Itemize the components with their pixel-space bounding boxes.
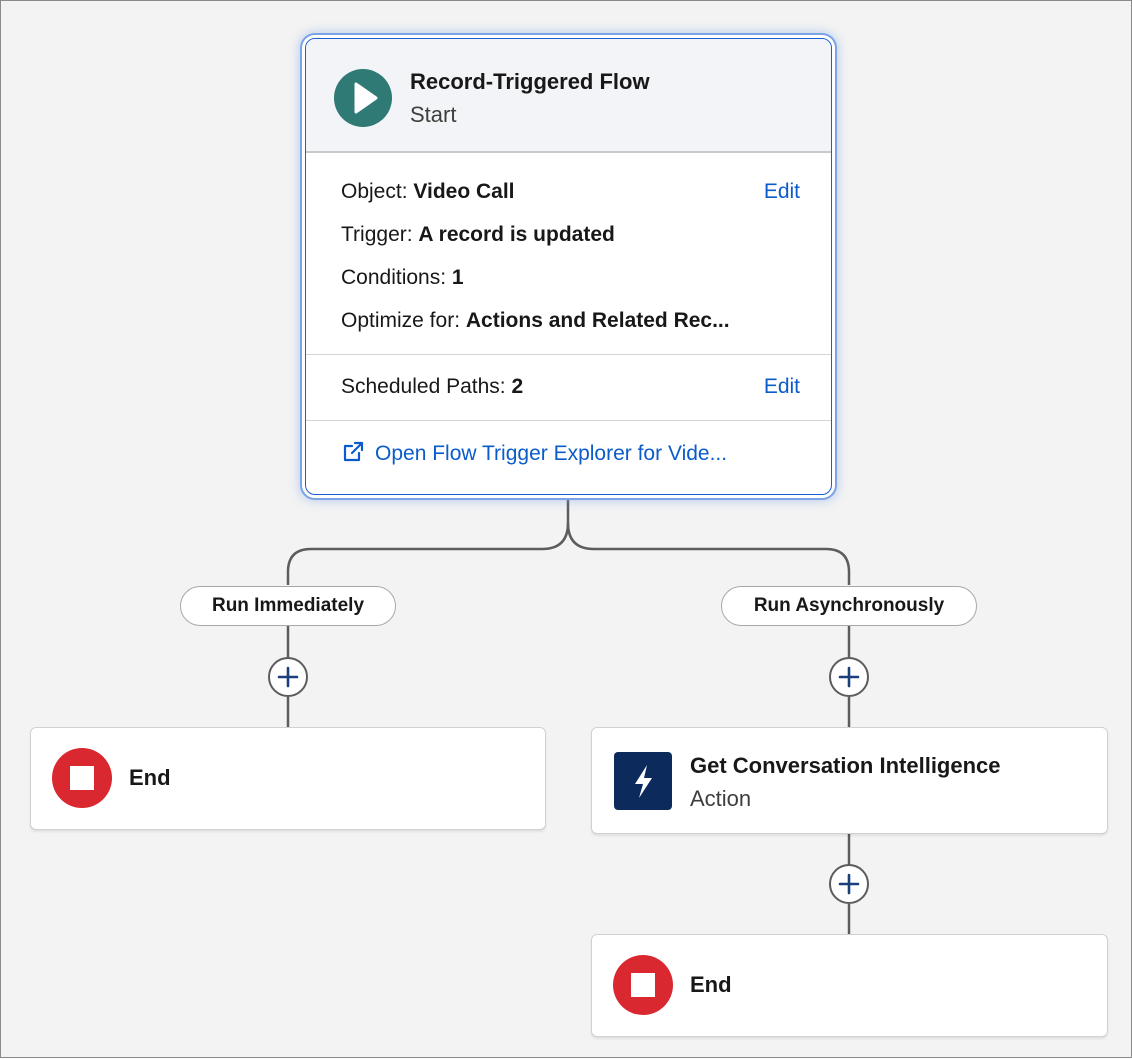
- end-element-title: End: [129, 765, 171, 790]
- object-value: Video Call: [413, 180, 515, 203]
- conditions-value: 1: [451, 266, 464, 289]
- start-divider-1: [306, 354, 831, 355]
- external-link-icon: [343, 441, 364, 462]
- action-element-subtitle: Action: [690, 786, 752, 811]
- lightning-icon: [614, 752, 672, 810]
- path-label-run-immediately[interactable]: Run Immediately: [180, 586, 396, 626]
- add-element-button[interactable]: [268, 657, 308, 697]
- connector-branch-right: [566, 522, 851, 585]
- action-element-title: Get Conversation Intelligence: [690, 753, 1001, 778]
- add-element-button[interactable]: [829, 864, 869, 904]
- start-element-subtitle: Start: [410, 102, 457, 127]
- end-element-title: End: [690, 972, 732, 997]
- path-label-run-asynchronously[interactable]: Run Asynchronously: [721, 586, 977, 626]
- add-element-button[interactable]: [829, 657, 869, 697]
- start-element-header: Record-Triggered Flow Start: [306, 39, 831, 153]
- optimize-label: Optimize for:: [341, 309, 461, 332]
- conditions-row: Conditions: 1: [341, 266, 464, 290]
- object-row: Object: Video Call: [341, 180, 515, 204]
- plus-icon: [277, 666, 299, 688]
- flow-canvas[interactable]: Record-Triggered Flow Start Object: Vide…: [0, 0, 1132, 1058]
- edit-object-link[interactable]: Edit: [764, 180, 800, 204]
- optimize-value: Actions and Related Rec...: [465, 309, 730, 332]
- play-icon: [334, 69, 392, 127]
- end-element-card[interactable]: End: [30, 727, 546, 830]
- stop-icon: [52, 748, 112, 808]
- action-element-card[interactable]: Get Conversation Intelligence Action: [591, 727, 1108, 834]
- scheduled-paths-row: Scheduled Paths: 2: [341, 375, 523, 399]
- start-element-card[interactable]: Record-Triggered Flow Start Object: Vide…: [305, 38, 832, 495]
- scheduled-paths-label: Scheduled Paths:: [341, 375, 506, 398]
- plus-icon: [838, 666, 860, 688]
- connector-branch-left: [286, 522, 570, 585]
- end-element-card[interactable]: End: [591, 934, 1108, 1037]
- edit-scheduled-paths-link[interactable]: Edit: [764, 375, 800, 399]
- start-divider-2: [306, 420, 831, 421]
- optimize-row: Optimize for: Actions and Related Rec...: [341, 309, 730, 333]
- scheduled-paths-value: 2: [511, 375, 524, 398]
- plus-icon: [838, 873, 860, 895]
- trigger-label: Trigger:: [341, 223, 413, 246]
- start-element-title: Record-Triggered Flow: [410, 69, 650, 94]
- open-flow-trigger-explorer-link[interactable]: Open Flow Trigger Explorer for Vide...: [341, 440, 727, 466]
- object-label: Object:: [341, 180, 408, 203]
- conditions-label: Conditions:: [341, 266, 447, 289]
- trigger-value: A record is updated: [418, 223, 615, 246]
- stop-icon: [613, 955, 673, 1015]
- open-flow-trigger-explorer-label: Open Flow Trigger Explorer for Vide...: [375, 442, 728, 465]
- trigger-row: Trigger: A record is updated: [341, 223, 615, 247]
